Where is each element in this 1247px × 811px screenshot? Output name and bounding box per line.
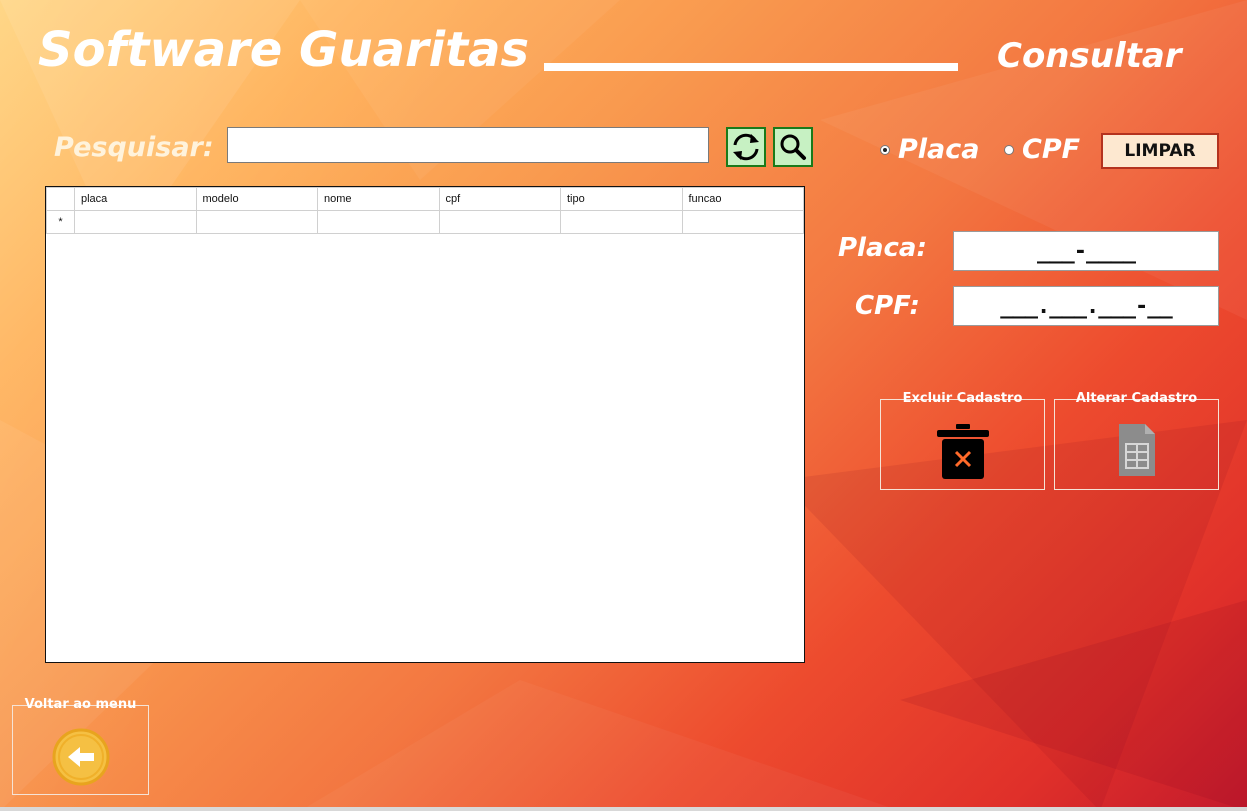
grid-header-row: placa modelo nome cpf tipo funcao bbox=[46, 187, 804, 211]
search-button[interactable] bbox=[773, 127, 813, 167]
edit-record-button[interactable]: Alterar Cadastro bbox=[1054, 391, 1219, 490]
column-header-tipo[interactable]: tipo bbox=[560, 187, 683, 211]
placa-label: Placa: bbox=[838, 233, 927, 263]
table-cell[interactable] bbox=[681, 210, 804, 234]
row-header-corner[interactable] bbox=[46, 187, 75, 211]
back-to-menu-label: Voltar ao menu bbox=[24, 697, 137, 712]
column-header-modelo[interactable]: modelo bbox=[195, 187, 318, 211]
radio-placa-label: Placa bbox=[898, 134, 980, 165]
cpf-field[interactable]: ___.___.___-__ bbox=[953, 286, 1219, 326]
new-row-marker[interactable]: * bbox=[46, 210, 75, 234]
results-table: placa modelo nome cpf tipo funcao * bbox=[46, 187, 804, 234]
table-cell[interactable] bbox=[74, 210, 197, 234]
table-cell[interactable] bbox=[438, 210, 561, 234]
delete-record-legend: Excluir Cadastro bbox=[881, 391, 1044, 407]
trash-icon bbox=[936, 424, 989, 479]
back-to-menu-legend: Voltar ao menu bbox=[13, 697, 148, 713]
table-row[interactable]: * bbox=[46, 210, 804, 234]
title-underline bbox=[544, 63, 958, 71]
cpf-label: CPF: bbox=[855, 291, 920, 321]
search-label: Pesquisar: bbox=[54, 132, 214, 163]
delete-record-label: Excluir Cadastro bbox=[902, 391, 1023, 406]
radio-cpf[interactable]: CPF bbox=[1004, 133, 1080, 167]
window-bottom-edge bbox=[0, 807, 1247, 811]
clear-button[interactable]: LIMPAR bbox=[1101, 133, 1219, 169]
column-header-nome[interactable]: nome bbox=[317, 187, 440, 211]
column-header-cpf[interactable]: cpf bbox=[438, 187, 561, 211]
radio-cpf-label: CPF bbox=[1022, 134, 1081, 165]
page-title: Consultar bbox=[997, 36, 1182, 76]
radio-placa[interactable]: Placa bbox=[880, 133, 980, 167]
refresh-button[interactable] bbox=[726, 127, 766, 167]
back-to-menu-button[interactable]: Voltar ao menu bbox=[12, 697, 149, 795]
edit-record-label: Alterar Cadastro bbox=[1075, 391, 1198, 406]
app-title: Software Guaritas bbox=[38, 22, 530, 78]
delete-record-button[interactable]: Excluir Cadastro bbox=[880, 391, 1045, 490]
edit-record-legend: Alterar Cadastro bbox=[1055, 391, 1218, 407]
radio-cpf-dot[interactable] bbox=[1004, 145, 1014, 155]
spreadsheet-icon bbox=[1118, 424, 1155, 476]
arrow-left-icon bbox=[52, 728, 109, 786]
refresh-icon bbox=[733, 133, 759, 161]
table-cell[interactable] bbox=[195, 210, 318, 234]
results-grid[interactable]: placa modelo nome cpf tipo funcao * bbox=[45, 186, 805, 663]
placa-field[interactable]: ___-____ bbox=[953, 231, 1219, 271]
search-input[interactable] bbox=[227, 127, 709, 163]
table-cell[interactable] bbox=[560, 210, 683, 234]
radio-placa-dot[interactable] bbox=[880, 145, 890, 155]
table-cell[interactable] bbox=[317, 210, 440, 234]
column-header-placa[interactable]: placa bbox=[74, 187, 197, 211]
search-icon bbox=[780, 134, 806, 160]
column-header-funcao[interactable]: funcao bbox=[681, 187, 804, 211]
